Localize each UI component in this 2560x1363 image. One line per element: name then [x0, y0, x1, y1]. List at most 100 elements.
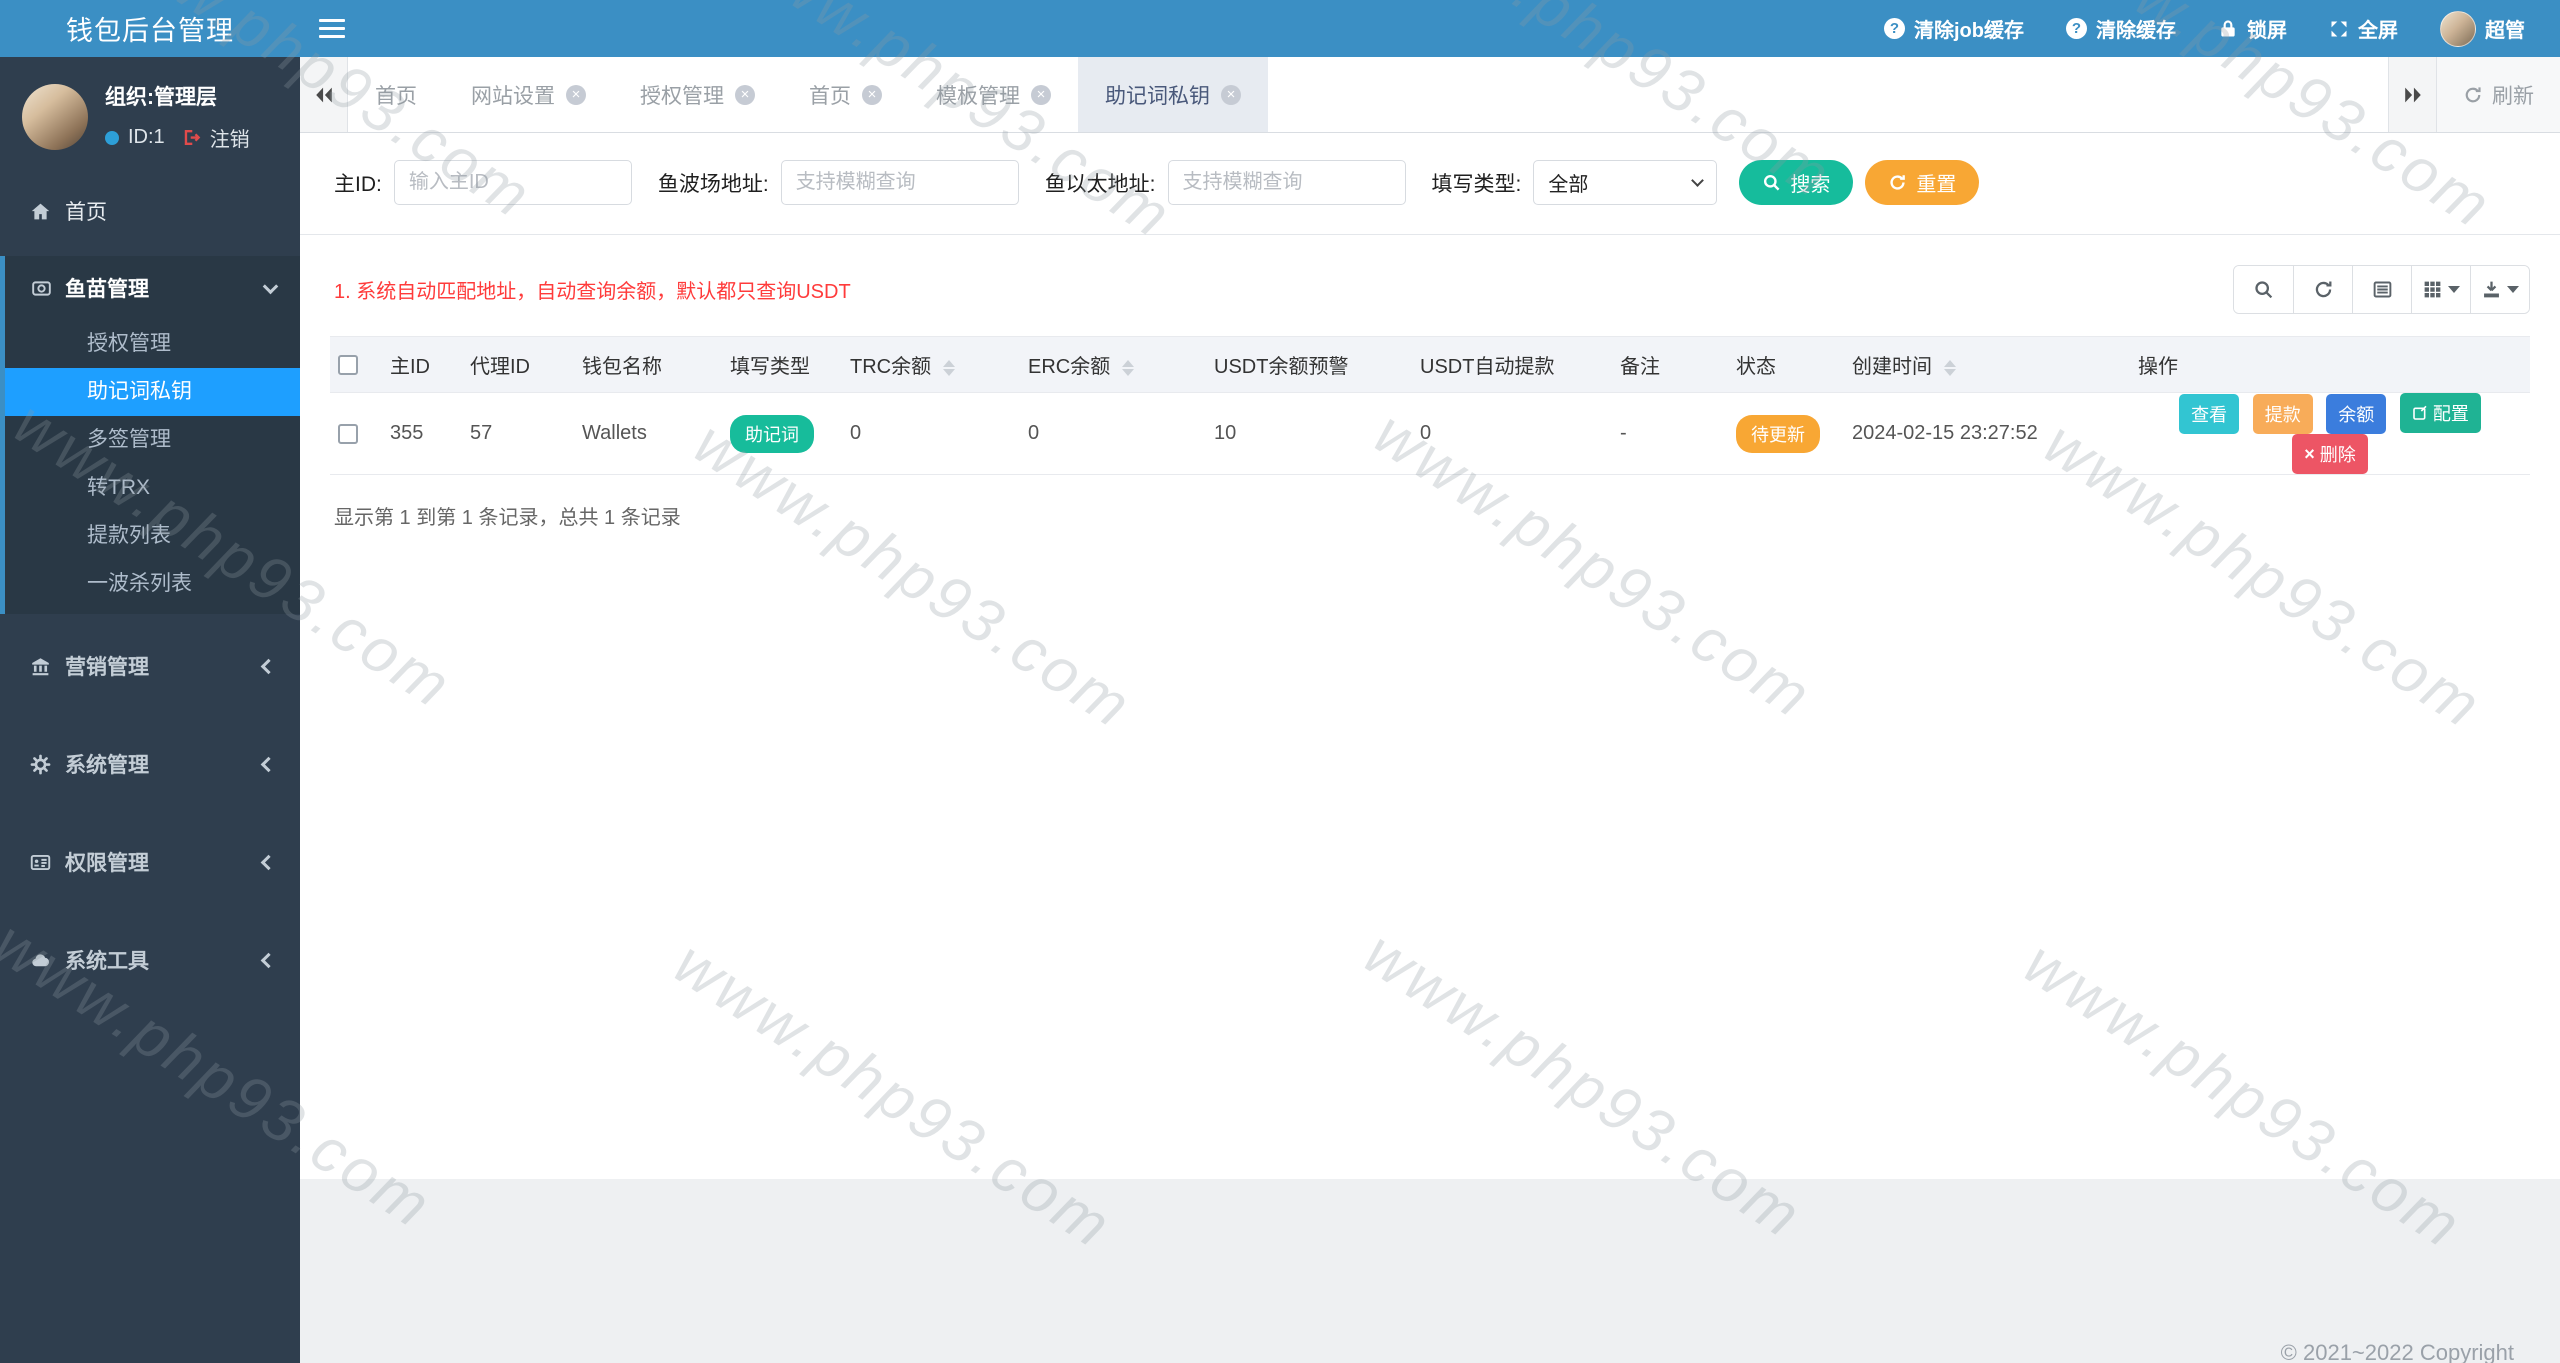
export-button[interactable]	[2470, 266, 2529, 313]
download-icon	[2484, 281, 2499, 298]
close-icon[interactable]: ×	[1031, 84, 1051, 105]
sidebar-item-system-tools[interactable]: 系统工具	[0, 922, 300, 998]
tab-site-settings[interactable]: 网站设置 ×	[444, 57, 613, 132]
question-circle-icon: ?	[1884, 18, 1905, 39]
sidebar-item-home[interactable]: 首页	[0, 174, 300, 248]
close-icon[interactable]: ×	[735, 84, 755, 105]
search-button[interactable]: 搜索	[1739, 160, 1854, 205]
close-icon[interactable]: ×	[566, 84, 586, 105]
sidebar-item-transfer-trx[interactable]: 转TRX	[5, 464, 300, 512]
sidebar-item-permission-management[interactable]: 权限管理	[0, 824, 300, 900]
close-icon[interactable]: ×	[862, 84, 882, 105]
user-menu[interactable]: 超管	[2419, 0, 2546, 57]
delete-button[interactable]: × 删除	[2292, 434, 2368, 474]
clear-cache-button[interactable]: ? 清除缓存	[2045, 0, 2197, 57]
sidebar-item-system-management[interactable]: 系统管理	[0, 726, 300, 802]
col-usdt-warning: USDT余额预警	[1206, 336, 1412, 393]
card-view-icon	[2373, 281, 2391, 298]
filter-panel: 主ID: 鱼波场地址: 鱼以太地址: 填写类型: 全部 搜索 重置	[300, 133, 2560, 235]
col-agent-id: 代理ID	[462, 336, 574, 393]
reset-button[interactable]: 重置	[1865, 160, 1980, 205]
table-refresh-button[interactable]	[2293, 266, 2352, 313]
open-tabs: 首页 网站设置 × 授权管理 × 首页 × 模板管理 × 助记词私钥 ×	[348, 57, 2388, 132]
view-button[interactable]: 查看	[2179, 394, 2240, 434]
x-icon: ×	[2304, 443, 2315, 464]
refresh-icon	[2465, 86, 2481, 102]
col-usdt-auto: USDT自动提款	[1412, 336, 1612, 393]
cell-agent-id: 57	[462, 392, 574, 475]
edit-icon	[2413, 405, 2427, 420]
sidebar-item-multisig[interactable]: 多签管理	[5, 416, 300, 464]
cell-trc-balance: 0	[842, 392, 1020, 475]
balance-button[interactable]: 余额	[2326, 394, 2387, 434]
lock-screen-button[interactable]: 锁屏	[2197, 0, 2308, 57]
sidebar-section-fish: 鱼苗管理 授权管理 助记词私钥 多签管理 转TRX 提款列表 一波杀列表	[0, 256, 300, 614]
refresh-icon	[2315, 281, 2331, 298]
refresh-icon	[1890, 175, 1906, 190]
chevron-left-icon	[260, 952, 277, 968]
eth-address-label: 鱼以太地址:	[1044, 172, 1156, 196]
table-tool-buttons	[2233, 265, 2530, 314]
tab-auth-management[interactable]: 授权管理 ×	[613, 57, 782, 132]
fill-type-label: 填写类型:	[1431, 172, 1522, 196]
chevron-down-icon	[2448, 286, 2460, 293]
tron-address-label: 鱼波场地址:	[657, 172, 769, 196]
cell-erc-balance: 0	[1020, 392, 1206, 475]
columns-button[interactable]	[2411, 266, 2470, 313]
col-trc-balance[interactable]: TRC余额	[842, 336, 1020, 393]
tab-mnemonic-keys[interactable]: 助记词私钥 ×	[1078, 57, 1268, 132]
sort-icon	[1944, 359, 1956, 376]
sort-icon	[1122, 359, 1135, 376]
col-erc-balance[interactable]: ERC余额	[1020, 336, 1206, 393]
select-all-checkbox[interactable]	[338, 354, 358, 375]
main-id-label: 主ID:	[334, 172, 382, 196]
sidebar-item-auth-management[interactable]: 授权管理	[5, 320, 300, 368]
sidebar-item-fish-management[interactable]: 鱼苗管理	[5, 256, 300, 320]
cell-created-at: 2024-02-15 23:27:52	[1844, 392, 2130, 475]
cell-usdt-auto: 0	[1412, 392, 1612, 475]
sidebar-toggle-button[interactable]	[300, 0, 364, 57]
toggle-view-button[interactable]	[2352, 266, 2411, 313]
withdraw-button[interactable]: 提款	[2252, 394, 2313, 434]
sidebar-item-yibosha-list[interactable]: 一波杀列表	[5, 560, 300, 608]
double-chevron-right-icon	[2404, 87, 2421, 102]
table-header-row: 主ID 代理ID 钱包名称 填写类型 TRC余额 ERC余额 USDT余额预警 …	[330, 336, 2530, 393]
refresh-tab-button[interactable]: 刷新	[2436, 57, 2560, 132]
clear-job-cache-button[interactable]: ? 清除job缓存	[1863, 0, 2045, 57]
row-checkbox[interactable]	[338, 423, 358, 444]
tabs-scroll-left-button[interactable]	[300, 57, 348, 132]
close-icon[interactable]: ×	[1221, 84, 1241, 105]
table-search-button[interactable]	[2234, 266, 2293, 313]
coin-icon	[32, 280, 51, 296]
org-label: 组织:管理层	[105, 86, 217, 109]
fill-type-select[interactable]: 全部	[1533, 160, 1718, 205]
app-header: 钱包后台管理 ? 清除job缓存 ? 清除缓存 锁屏 全屏 超管	[0, 0, 2560, 57]
tabs-scroll-right-button[interactable]	[2388, 57, 2436, 132]
cell-remark: -	[1612, 392, 1728, 475]
sidebar-user-panel: 组织:管理层 ID:1 注销	[0, 57, 300, 174]
header-actions: ? 清除job缓存 ? 清除缓存 锁屏 全屏 超管	[1863, 0, 2560, 57]
sidebar-item-marketing[interactable]: 营销管理	[0, 628, 300, 704]
sidebar-item-withdraw-list[interactable]: 提款列表	[5, 512, 300, 560]
col-fill-type: 填写类型	[722, 336, 842, 393]
chevron-down-icon	[1691, 174, 1705, 187]
tab-home[interactable]: 首页	[348, 57, 444, 132]
chevron-left-icon	[260, 854, 277, 870]
online-status-dot	[105, 130, 119, 145]
fullscreen-button[interactable]: 全屏	[2308, 0, 2419, 57]
tab-template-management[interactable]: 模板管理 ×	[909, 57, 1078, 132]
logout-link[interactable]: 注销	[210, 123, 250, 152]
main-id-input[interactable]	[393, 160, 632, 205]
tab-home-2[interactable]: 首页 ×	[782, 57, 909, 132]
chevron-down-icon	[262, 278, 279, 294]
sidebar-item-mnemonic-keys[interactable]: 助记词私钥	[5, 368, 300, 416]
tab-bar-right: 刷新	[2388, 57, 2560, 132]
col-created-at[interactable]: 创建时间	[1844, 336, 2130, 393]
config-button[interactable]: 配置	[2399, 393, 2481, 433]
tron-address-input[interactable]	[780, 160, 1019, 205]
id-card-icon	[30, 854, 51, 870]
eth-address-input[interactable]	[1167, 160, 1406, 205]
home-icon	[31, 203, 50, 219]
double-chevron-left-icon	[315, 87, 332, 102]
sort-icon	[943, 359, 956, 376]
